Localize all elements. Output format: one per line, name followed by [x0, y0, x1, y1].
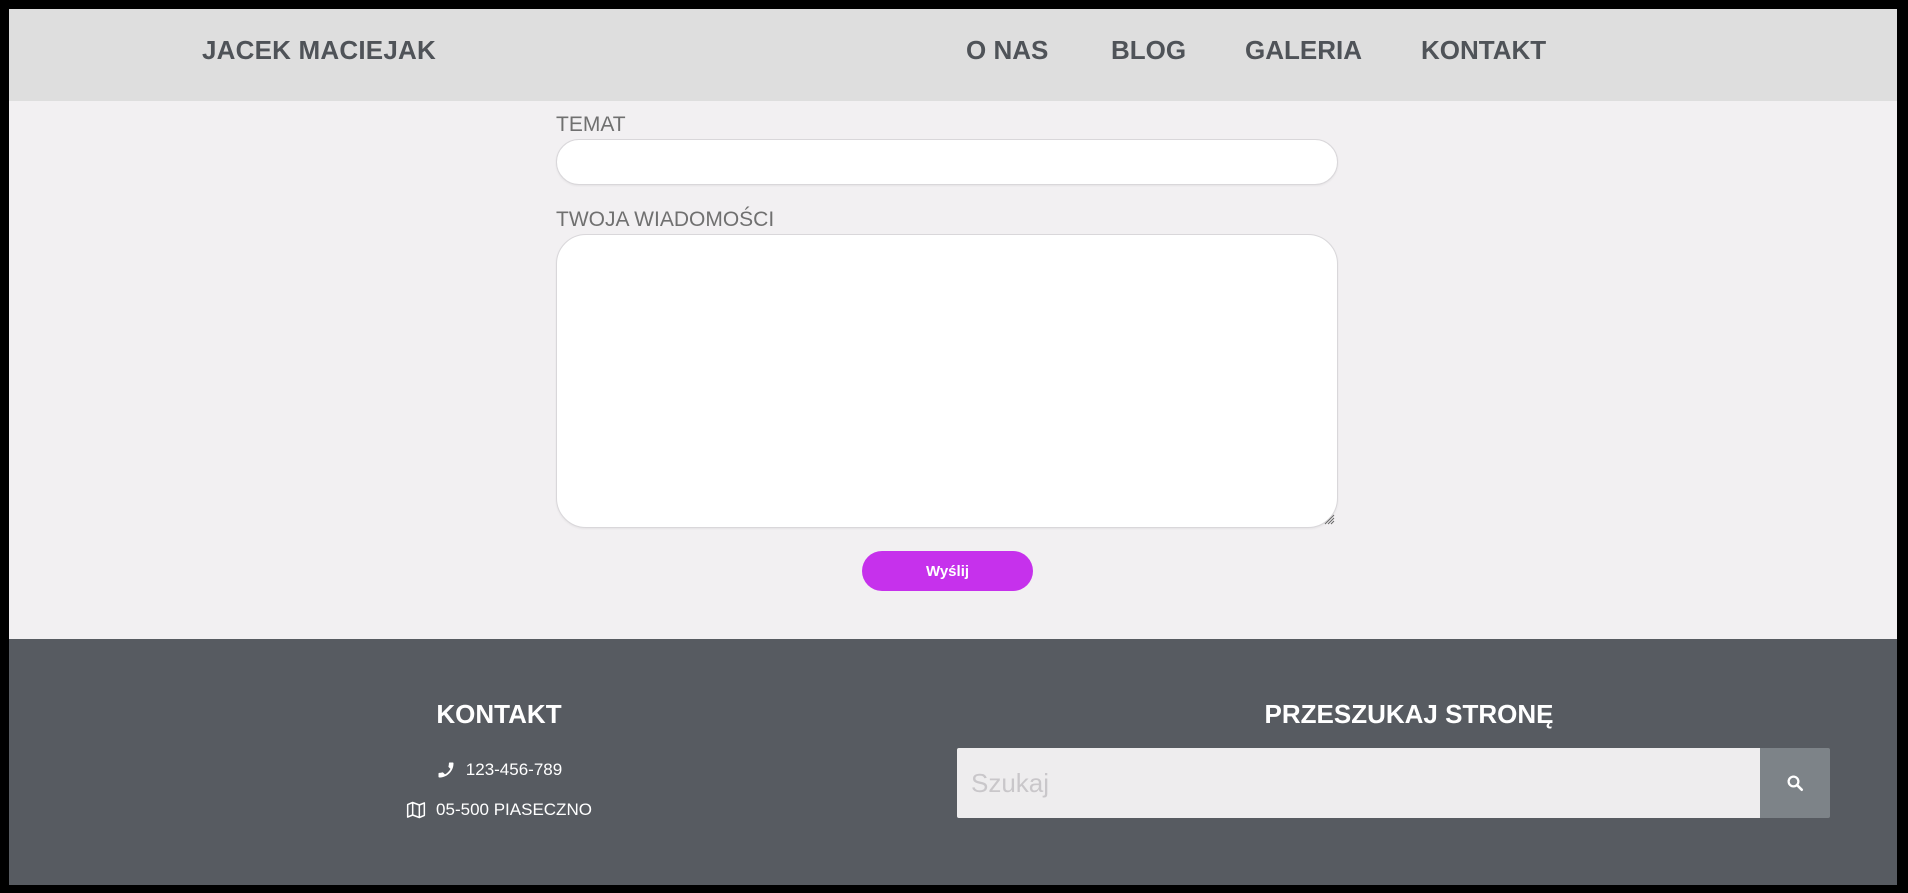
phone-icon — [438, 762, 454, 778]
search-input[interactable]: Szukaj — [957, 748, 1760, 818]
address-text: 05-500 PIASECZNO — [436, 800, 592, 819]
site-header: JACEK MACIEJAK O NAS BLOG GALERIA KONTAK… — [9, 9, 1897, 101]
search-icon — [1787, 775, 1804, 792]
resize-grip-icon[interactable] — [1323, 513, 1335, 525]
nav-item-o-nas[interactable]: O NAS — [966, 35, 1048, 66]
message-textarea[interactable] — [556, 234, 1338, 528]
submit-button[interactable]: Wyślij — [862, 551, 1033, 591]
subject-input[interactable] — [556, 139, 1338, 185]
site-footer: KONTAKT 123-456-789 05-500 PIASECZNO PRZ… — [9, 639, 1897, 885]
search-button[interactable] — [1760, 748, 1830, 818]
footer-phone: 123-456-789 — [309, 760, 689, 780]
footer-address: 05-500 PIASECZNO — [309, 800, 689, 820]
subject-label: TEMAT — [556, 113, 626, 136]
footer-contact-title: KONTAKT — [436, 699, 562, 729]
nav-item-galeria[interactable]: GALERIA — [1245, 35, 1362, 66]
footer-search-title: PRZESZUKAJ STRONĘ — [1264, 699, 1554, 729]
phone-number: 123-456-789 — [465, 760, 563, 779]
search-placeholder: Szukaj — [971, 768, 1050, 798]
map-icon — [406, 801, 426, 819]
message-label: TWOJA WIADOMOŚCI — [556, 208, 775, 231]
nav-item-kontakt[interactable]: KONTAKT — [1421, 35, 1546, 66]
site-brand[interactable]: JACEK MACIEJAK — [202, 35, 436, 66]
nav-item-blog[interactable]: BLOG — [1111, 35, 1186, 66]
page-frame: JACEK MACIEJAK O NAS BLOG GALERIA KONTAK… — [9, 9, 1897, 885]
